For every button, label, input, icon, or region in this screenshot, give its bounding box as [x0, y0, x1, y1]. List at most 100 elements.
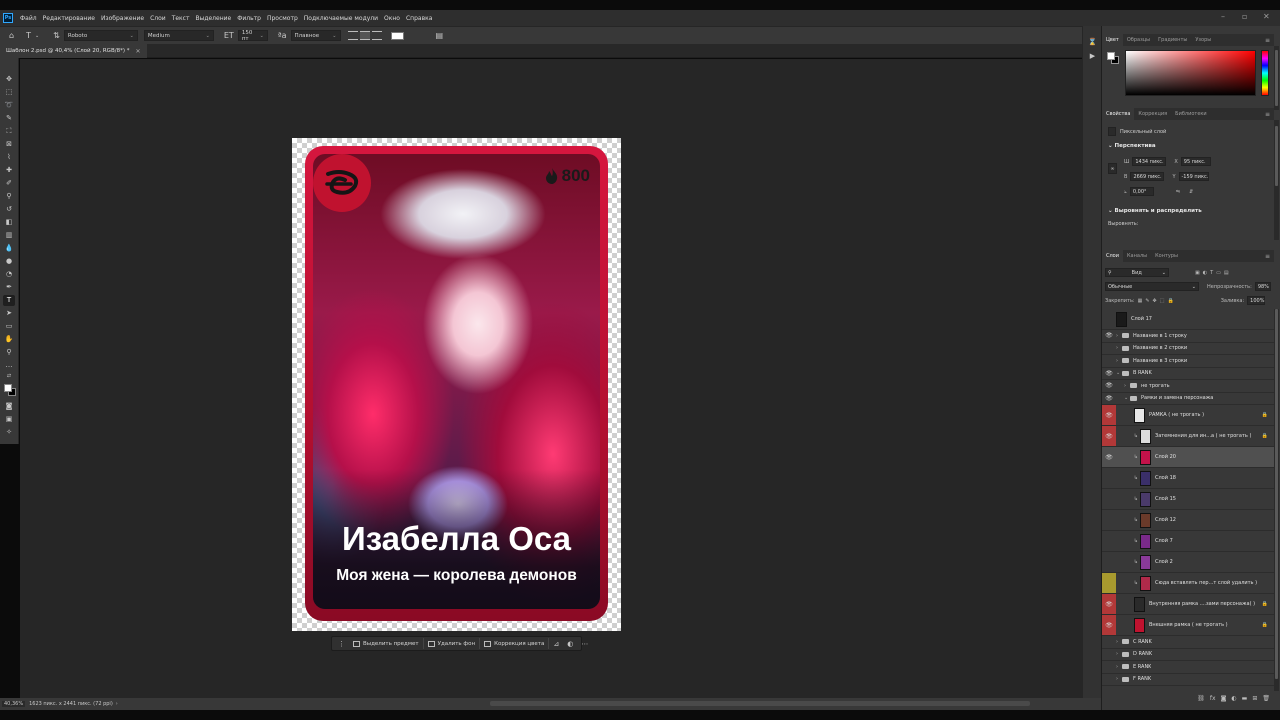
eye-icon[interactable]: 👁 [1102, 330, 1116, 342]
maximize-icon[interactable]: ▫ [1242, 12, 1247, 21]
eye-icon[interactable]: 👁 [1102, 405, 1116, 425]
eye-icon[interactable]: 👁 [1102, 615, 1116, 635]
layer-row[interactable]: 👁 РАМКА ( не трогать ) 🔒 [1102, 405, 1274, 426]
layer-row[interactable]: 👁 Внешняя рамка ( не трогать ) 🔒 [1102, 615, 1274, 636]
y-field[interactable]: -159 пикс. [1178, 172, 1209, 181]
eraser-tool-icon[interactable]: ◧ [3, 217, 15, 228]
zoom-tool-icon[interactable]: ⚲ [3, 347, 15, 358]
menu-select[interactable]: Выделение [192, 15, 234, 22]
new-group-icon[interactable]: ▬ [1242, 695, 1248, 702]
filter-shape-icon[interactable]: ▭ [1216, 270, 1221, 276]
blur-tool-icon[interactable]: 💧 [3, 243, 15, 254]
healing-brush-tool-icon[interactable]: ✚ [3, 165, 15, 176]
lock-pixels-icon[interactable]: ✎ [1145, 298, 1149, 304]
visibility-toggle[interactable] [1102, 552, 1116, 572]
visibility-toggle[interactable] [1102, 573, 1116, 593]
lasso-tool-icon[interactable]: ➰ [3, 100, 15, 111]
swap-colors-icon[interactable]: ⇄ [3, 371, 15, 382]
transform-icon[interactable]: ⊿ [553, 640, 559, 648]
menu-view[interactable]: Просмотр [264, 15, 301, 22]
filter-adjustment-icon[interactable]: ◐ [1203, 270, 1207, 276]
minimize-icon[interactable]: – [1221, 12, 1225, 21]
menu-edit[interactable]: Редактирование [40, 15, 98, 22]
menu-filter[interactable]: Фильтр [234, 15, 264, 22]
blend-mode-select[interactable]: Обычные ⌄ [1105, 282, 1199, 291]
layer-row-selected[interactable]: 👁 ↳ Слой 20 [1102, 447, 1274, 468]
mask-icon[interactable]: ◐ [567, 640, 573, 648]
x-field[interactable]: 95 пикс. [1180, 157, 1211, 166]
add-mask-icon[interactable]: ◙ [1221, 695, 1227, 702]
layer-row[interactable]: 👁 Внутренняя рамка ....зами персонажа( )… [1102, 594, 1274, 615]
burn-tool-icon[interactable]: ◔ [3, 269, 15, 280]
layer-row[interactable]: ↳ Слой 2 [1102, 552, 1274, 573]
photoshop-logo-icon[interactable]: Ps [3, 13, 13, 23]
select-subject-button[interactable]: Выделить предмет [349, 638, 424, 649]
color-panel-scrollbar[interactable] [1274, 46, 1279, 110]
tab-gradients[interactable]: Градиенты [1154, 34, 1191, 46]
visibility-toggle[interactable] [1102, 309, 1116, 329]
color-picker-field[interactable] [1125, 50, 1256, 96]
eye-icon[interactable]: 👁 [1102, 368, 1116, 380]
text-color-swatch[interactable] [390, 31, 404, 40]
link-dimensions-icon[interactable]: ∞ [1108, 163, 1117, 174]
fill-field[interactable]: 100% [1247, 296, 1266, 305]
layer-group-row[interactable]: 👁 ⌄ B RANK [1102, 368, 1274, 380]
visibility-toggle[interactable] [1102, 661, 1116, 673]
history-brush-tool-icon[interactable]: ↺ [3, 204, 15, 215]
quick-select-tool-icon[interactable]: ✎ [3, 113, 15, 124]
chevron-down-icon[interactable]: ⌄ [35, 33, 39, 39]
properties-panel-scrollbar[interactable] [1274, 120, 1279, 240]
tab-paths[interactable]: Контуры [1151, 250, 1182, 262]
document-canvas[interactable]: 800 Изабелла Оса Моя жена — королева дем… [292, 138, 621, 631]
document-tab[interactable]: Шаблон 2.psd @ 40,4% (Слой 20, RGB/8*) *… [0, 44, 147, 58]
visibility-toggle[interactable] [1102, 510, 1116, 530]
menu-type[interactable]: Текст [169, 15, 193, 22]
tab-color[interactable]: Цвет [1102, 34, 1123, 46]
color-panel-foreground-swatch[interactable] [1107, 52, 1115, 60]
frame-tool-icon[interactable]: ⊠ [3, 139, 15, 150]
layer-kind-filter[interactable]: ⚲ Вид ⌄ [1105, 268, 1169, 277]
anti-alias-select[interactable]: Плавное ⌄ [290, 30, 341, 41]
adjustment-layer-icon[interactable]: ◐ [1231, 695, 1236, 702]
visibility-toggle[interactable] [1102, 649, 1116, 661]
color-correction-button[interactable]: Коррекция цвета [480, 638, 550, 649]
new-layer-icon[interactable]: ⊞ [1252, 695, 1257, 702]
layer-group-row[interactable]: › Название в 2 строки [1102, 343, 1274, 355]
layers-panel-scrollbar[interactable] [1274, 309, 1279, 691]
tab-layers[interactable]: Слои [1102, 250, 1123, 262]
eye-icon[interactable]: 👁 [1102, 447, 1116, 467]
pen-tool-icon[interactable]: ✒ [3, 282, 15, 293]
width-field[interactable]: 1434 пикс. [1132, 157, 1167, 166]
visibility-toggle[interactable] [1102, 636, 1116, 648]
visibility-toggle[interactable] [1102, 355, 1116, 367]
remove-background-button[interactable]: Удалить фон [424, 638, 481, 649]
visibility-toggle[interactable] [1102, 468, 1116, 488]
menu-image[interactable]: Изображение [98, 15, 147, 22]
layer-style-icon[interactable]: fx [1210, 695, 1216, 702]
height-field[interactable]: 2669 пикс. [1130, 172, 1165, 181]
section-transform[interactable]: ⌄ Перспектива [1108, 143, 1156, 149]
screen-mode-icon[interactable]: ▣ [3, 414, 15, 425]
visibility-toggle[interactable] [1102, 531, 1116, 551]
eyedropper-tool-icon[interactable]: ⌇ [3, 152, 15, 163]
lock-position-icon[interactable]: ✥ [1153, 298, 1157, 304]
flip-horizontal-icon[interactable]: ⇋ [1176, 189, 1180, 195]
menu-layers[interactable]: Слои [147, 15, 169, 22]
link-layers-icon[interactable]: ⛓ [1197, 695, 1205, 702]
rectangle-tool-icon[interactable]: ▭ [3, 321, 15, 332]
layer-row[interactable]: ↳ Сюда вставлять пер...т слой удалить ) [1102, 573, 1274, 594]
clone-stamp-tool-icon[interactable]: ⚲ [3, 191, 15, 202]
eye-icon[interactable]: 👁 [1102, 594, 1116, 614]
actions-panel-icon[interactable]: ▶ [1087, 52, 1098, 63]
menu-window[interactable]: Окно [381, 15, 403, 22]
brush-tool-icon[interactable]: ✐ [3, 178, 15, 189]
layer-group-row[interactable]: › D RANK [1102, 649, 1274, 661]
angle-field[interactable]: 0,00° [1129, 187, 1154, 196]
panel-menu-icon[interactable]: ≡ [1265, 253, 1270, 260]
layer-group-row[interactable]: › F RANK [1102, 674, 1274, 686]
visibility-toggle[interactable] [1102, 489, 1116, 509]
home-icon[interactable]: ⌂ [9, 31, 14, 40]
horizontal-scrollbar[interactable] [490, 701, 1030, 706]
align-right-icon[interactable] [371, 31, 382, 40]
quick-mask-icon[interactable]: ◙ [3, 401, 15, 412]
